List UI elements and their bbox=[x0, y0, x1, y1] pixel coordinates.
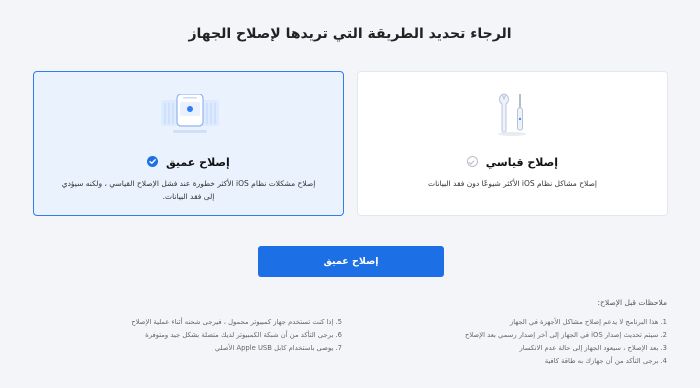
standard-repair-title: إصلاح قياسي bbox=[485, 156, 559, 169]
deep-repair-option[interactable]: إصلاح عميق إصلاح مشكلات نظام iOS الأكثر … bbox=[33, 71, 344, 216]
note-item: 3. بعد الإصلاح ، سيعود الجهاز إلى حالة ع… bbox=[519, 344, 667, 352]
note-item: 6. برجى التأكد من أن شبكة الكمبيوتر لديك… bbox=[145, 331, 342, 339]
note-item: 2. سيتم تحديث إصدار iOS في الجهاز إلى آخ… bbox=[464, 331, 667, 339]
deep-repair-button[interactable]: إصلاح عميق bbox=[258, 246, 444, 277]
standard-repair-option[interactable]: إصلاح قياسي إصلاح مشاكل نظام iOS الأكثر … bbox=[357, 71, 668, 216]
deep-repair-description: إصلاح مشكلات نظام iOS الأكثر خطورة عند ف… bbox=[61, 179, 316, 201]
deep-repair-title: إصلاح عميق bbox=[166, 156, 230, 169]
selected-check-icon bbox=[147, 156, 159, 167]
note-item: 4. برجى التأكد من أن جهازك به طاقة كافية bbox=[544, 357, 667, 365]
deep-repair-title-row: إصلاح عميق bbox=[34, 156, 343, 169]
standard-repair-description: إصلاح مشاكل نظام iOS الأكثر شيوعًا دون ف… bbox=[428, 179, 597, 188]
unselected-check-icon bbox=[466, 156, 478, 167]
note-item: 1. هذا البرنامج لا يدعم إصلاح مشاكل الأج… bbox=[509, 318, 667, 326]
note-item: 5. إذا كنت تستخدم جهاز كمبيوتر محمول ، ف… bbox=[131, 318, 342, 326]
note-item: 7. يوصى باستخدام كابل Apple USB الأصلي bbox=[214, 344, 342, 352]
device-repair-icon bbox=[161, 93, 219, 142]
notes-title: ملاحظات قبل الإصلاح: bbox=[597, 298, 668, 307]
page-title: الرجاء تحديد الطريقة التي تريدها لإصلاح … bbox=[188, 26, 512, 42]
tools-icon bbox=[494, 92, 530, 142]
standard-repair-title-row: إصلاح قياسي bbox=[358, 156, 667, 169]
